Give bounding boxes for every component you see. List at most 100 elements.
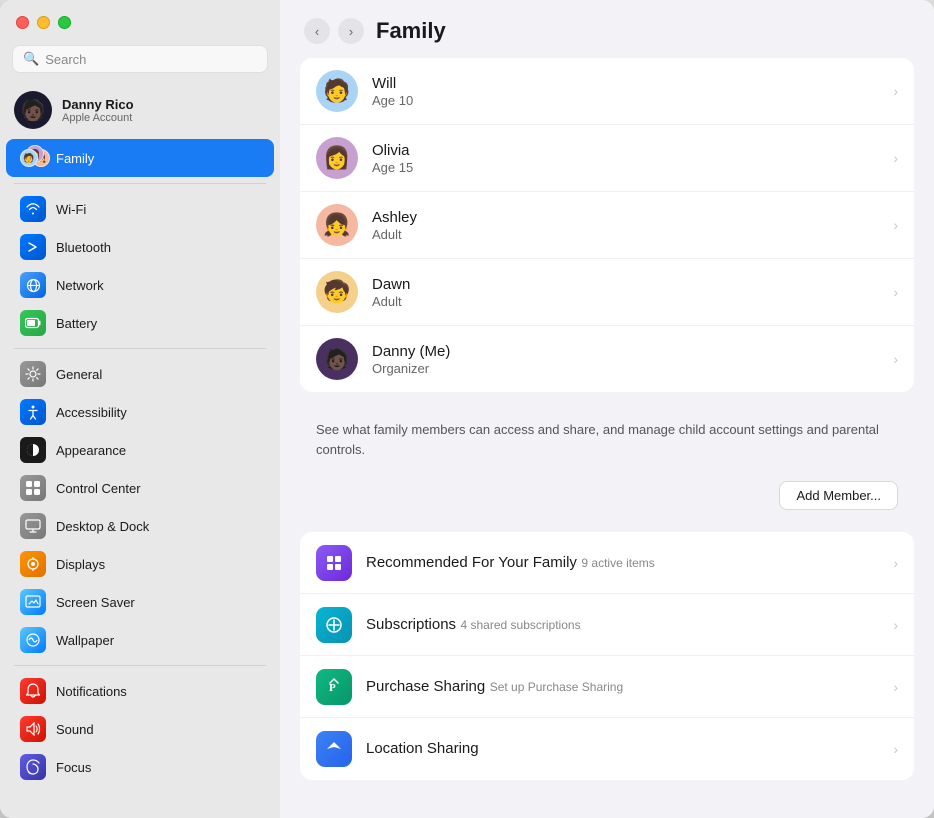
sidebar-item-accessibility[interactable]: Accessibility (6, 393, 274, 431)
sidebar-item-label-displays: Displays (56, 557, 105, 572)
account-info: Danny Rico Apple Account (62, 97, 134, 124)
sidebar-item-controlcenter[interactable]: Control Center (6, 469, 274, 507)
sidebar-item-wifi[interactable]: Wi-Fi (6, 190, 274, 228)
chevron-will: › (893, 83, 898, 99)
sidebar-item-label-bluetooth: Bluetooth (56, 240, 111, 255)
family-description: See what family members can access and s… (300, 408, 914, 471)
sidebar-item-label-accessibility: Accessibility (56, 405, 127, 420)
members-card: 🧑 Will Age 10 › 👩 Olivia Age 15 › (300, 58, 914, 392)
member-name-danny: Danny (Me) (372, 343, 879, 360)
focus-icon (20, 754, 46, 780)
sidebar-item-label-network: Network (56, 278, 104, 293)
sidebar-item-label-battery: Battery (56, 316, 97, 331)
member-row-olivia[interactable]: 👩 Olivia Age 15 › (300, 125, 914, 192)
sidebar-item-label-notifications: Notifications (56, 684, 127, 699)
member-info-olivia: Olivia Age 15 (372, 142, 879, 175)
feature-name-location: Location Sharing (366, 740, 479, 757)
subscriptions-icon (316, 607, 352, 643)
feature-row-location[interactable]: Location Sharing › (300, 718, 914, 780)
member-info-will: Will Age 10 (372, 75, 879, 108)
feature-row-recommended[interactable]: Recommended For Your Family 9 active ite… (300, 532, 914, 594)
bluetooth-icon (20, 234, 46, 260)
member-role-olivia: Age 15 (372, 160, 879, 175)
location-icon (316, 731, 352, 767)
sidebar-item-label-family: Family (56, 151, 94, 166)
search-icon: 🔍 (23, 51, 39, 67)
minimize-button[interactable] (37, 16, 50, 29)
sidebar-item-network[interactable]: Network (6, 266, 274, 304)
maximize-button[interactable] (58, 16, 71, 29)
forward-button[interactable]: › (338, 18, 364, 44)
account-avatar: 🧑🏿 (14, 91, 52, 129)
avatar-ashley: 👧 (316, 204, 358, 246)
displays-icon (20, 551, 46, 577)
back-button[interactable]: ‹ (304, 18, 330, 44)
network-icon (20, 272, 46, 298)
screensaver-icon (20, 589, 46, 615)
close-button[interactable] (16, 16, 29, 29)
add-member-button[interactable]: Add Member... (779, 481, 898, 510)
chevron-recommended: › (893, 555, 898, 571)
general-icon (20, 361, 46, 387)
chevron-danny: › (893, 351, 898, 367)
member-role-will: Age 10 (372, 93, 879, 108)
sidebar-item-label-controlcenter: Control Center (56, 481, 141, 496)
avatar-olivia: 👩 (316, 137, 358, 179)
member-name-ashley: Ashley (372, 209, 879, 226)
sidebar-item-bluetooth[interactable]: Bluetooth (6, 228, 274, 266)
sidebar-item-focus[interactable]: Focus (6, 748, 274, 786)
avatar-will: 🧑 (316, 70, 358, 112)
chevron-olivia: › (893, 150, 898, 166)
sidebar-item-appearance[interactable]: Appearance (6, 431, 274, 469)
sidebar-item-desktop[interactable]: Desktop & Dock (6, 507, 274, 545)
add-member-row: Add Member... (300, 471, 914, 524)
member-role-ashley: Adult (372, 227, 879, 242)
avatar-dawn: 🧒 (316, 271, 358, 313)
member-row-danny[interactable]: 🧑🏿 Danny (Me) Organizer › (300, 326, 914, 392)
sidebar-item-family[interactable]: 🧑 👩 👧 Family (6, 139, 274, 177)
sidebar-item-displays[interactable]: Displays (6, 545, 274, 583)
wifi-icon (20, 196, 46, 222)
feature-info-location: Location Sharing (366, 740, 879, 758)
feature-info-subscriptions: Subscriptions 4 shared subscriptions (366, 616, 879, 634)
feature-info-recommended: Recommended For Your Family 9 active ite… (366, 554, 879, 572)
wallpaper-icon (20, 627, 46, 653)
chevron-location: › (893, 741, 898, 757)
controlcenter-icon (20, 475, 46, 501)
accessibility-icon (20, 399, 46, 425)
content-scroll: 🧑 Will Age 10 › 👩 Olivia Age 15 › (280, 58, 934, 818)
sidebar-item-screensaver[interactable]: Screen Saver (6, 583, 274, 621)
sidebar-item-label-wifi: Wi-Fi (56, 202, 86, 217)
recommended-icon (316, 545, 352, 581)
account-section[interactable]: 🧑🏿 Danny Rico Apple Account (0, 83, 280, 139)
sidebar-item-label-appearance: Appearance (56, 443, 126, 458)
member-row-will[interactable]: 🧑 Will Age 10 › (300, 58, 914, 125)
main-content: ‹ › Family 🧑 Will Age 10 › 👩 (280, 0, 934, 818)
feature-row-purchase[interactable]: P Purchase Sharing Set up Purchase Shari… (300, 656, 914, 718)
feature-sub-purchase: Set up Purchase Sharing (490, 680, 623, 694)
feature-name-purchase: Purchase Sharing (366, 678, 485, 695)
sidebar-item-label-focus: Focus (56, 760, 91, 775)
feature-row-subscriptions[interactable]: Subscriptions 4 shared subscriptions › (300, 594, 914, 656)
member-row-ashley[interactable]: 👧 Ashley Adult › (300, 192, 914, 259)
account-name: Danny Rico (62, 97, 134, 112)
member-row-dawn[interactable]: 🧒 Dawn Adult › (300, 259, 914, 326)
battery-icon (20, 310, 46, 336)
page-title: Family (376, 18, 446, 44)
sidebar-item-battery[interactable]: Battery (6, 304, 274, 342)
sidebar-item-sound[interactable]: Sound (6, 710, 274, 748)
feature-name-subscriptions: Subscriptions (366, 616, 456, 633)
sidebar-item-wallpaper[interactable]: Wallpaper (6, 621, 274, 659)
sidebar-divider-2 (14, 348, 266, 349)
sidebar-item-notifications[interactable]: Notifications (6, 672, 274, 710)
search-box[interactable]: 🔍 Search (12, 45, 268, 73)
svg-text:P: P (329, 682, 336, 694)
feature-sub-recommended: 9 active items (581, 556, 654, 570)
traffic-lights (0, 0, 280, 39)
chevron-ashley: › (893, 217, 898, 233)
feature-info-purchase: Purchase Sharing Set up Purchase Sharing (366, 678, 879, 696)
family-avatars-icon: 🧑 👩 👧 (20, 145, 46, 171)
member-info-ashley: Ashley Adult (372, 209, 879, 242)
settings-window: 🔍 Search 🧑🏿 Danny Rico Apple Account 🧑 👩… (0, 0, 934, 818)
sidebar-item-general[interactable]: General (6, 355, 274, 393)
